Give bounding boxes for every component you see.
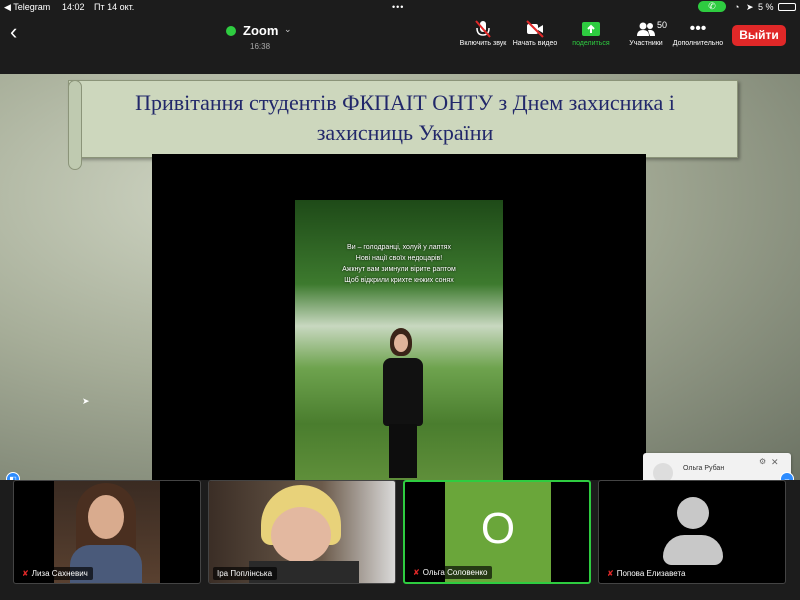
participant-tile-active[interactable]: O ✘ Ольга Соловенко <box>403 480 591 584</box>
status-bar: ◀ Telegram 14:02 Пт 14 окт. ••• ✆ ◔ ➤ 5 … <box>0 0 800 14</box>
mic-off-icon <box>455 18 511 40</box>
meeting-duration: 16:38 <box>250 42 271 51</box>
participant-tile[interactable]: Іра Поплінська <box>208 480 396 584</box>
phone-icon: ✆ <box>698 1 726 12</box>
multitask-dots-icon[interactable]: ••• <box>392 2 404 12</box>
more-label: Дополнительно <box>672 40 724 47</box>
participant-tile[interactable]: ✘ Попова Елизавета <box>598 480 786 584</box>
share-label: поделиться <box>572 40 610 47</box>
meeting-top-bar: ‹ Zoom ⌄ 16:38 Включить звук Начать виде… <box>0 14 800 56</box>
mic-off-icon: ✘ <box>607 569 614 578</box>
date: Пт 14 окт. <box>94 2 135 12</box>
popup-name: Ольга Рубан <box>683 465 725 472</box>
meeting-title[interactable]: Zoom <box>243 23 278 38</box>
location-icon: ➤ <box>746 2 754 12</box>
unmute-label: Включить звук <box>459 40 507 47</box>
person-face <box>271 507 331 563</box>
battery-icon <box>778 3 796 11</box>
participant-name-label: ✘ Попова Елизавета <box>603 567 691 580</box>
video-off-icon <box>507 18 563 40</box>
person-face <box>394 334 408 352</box>
shared-screen[interactable]: Привітання студентів ФКПАІТ ОНТУ з Днем … <box>0 74 800 480</box>
video-poem-overlay: Ви – голодранці, холуй у лаптях Нові нац… <box>295 242 503 286</box>
share-button[interactable]: поделиться <box>563 18 619 54</box>
participant-tile[interactable]: ✘ Лиза Сахневич <box>13 480 201 584</box>
participant-name-label: ✘ Лиза Сахневич <box>18 567 93 580</box>
share-icon <box>563 18 619 40</box>
leave-button[interactable]: Выйти <box>732 25 786 46</box>
person-body <box>383 358 423 426</box>
participant-initial: O <box>480 504 516 553</box>
person-face <box>88 495 124 539</box>
battery-text: 5 % <box>758 2 774 12</box>
participant-name-label: Іра Поплінська <box>213 567 278 580</box>
mouse-cursor-icon: ➤ <box>82 396 90 406</box>
poem-line: Ажкнут вам зимнули вірите раптом <box>342 266 456 273</box>
more-icon: ••• <box>689 20 707 37</box>
wifi-icon: ◔ <box>734 2 740 12</box>
participant-strip: ✘ Лиза Сахневич Іра Поплінська O ✘ Ольга С… <box>0 480 800 600</box>
back-chevron-icon[interactable]: ‹ <box>10 20 28 44</box>
unmute-button[interactable]: Включить звук <box>455 18 511 54</box>
participants-count-badge: 50 <box>657 20 668 30</box>
encryption-shield-icon[interactable] <box>226 26 236 36</box>
chevron-down-icon[interactable]: ⌄ <box>284 24 292 35</box>
shared-video[interactable]: Ви – голодранці, холуй у лаптях Нові нац… <box>295 200 503 480</box>
more-button[interactable]: ••• Дополнительно <box>670 18 726 54</box>
avatar-head-icon <box>677 497 709 529</box>
poem-line: Щоб відкрили крихте кнжих сонях <box>344 277 454 284</box>
popup-close-icon[interactable]: ✕ <box>771 457 779 468</box>
back-to-app-link[interactable]: ◀ Telegram <box>4 2 50 13</box>
clock: 14:02 <box>62 2 85 12</box>
mic-off-icon: ✘ <box>22 569 29 578</box>
scroll-roll-decoration <box>68 80 82 170</box>
slide-title: Привітання студентів ФКПАІТ ОНТУ з Днем … <box>135 90 675 145</box>
person-legs <box>389 424 417 478</box>
poem-line: Ви – голодранці, холуй у лаптях <box>347 244 451 251</box>
popup-settings-icon[interactable]: ⚙ <box>759 457 766 466</box>
start-video-label: Начать видео <box>512 40 558 47</box>
start-video-button[interactable]: Начать видео <box>507 18 563 54</box>
participants-label: Участники <box>629 40 663 47</box>
participant-name-label: ✘ Ольга Соловенко <box>409 566 493 579</box>
poem-line: Нові нації своїх недоцарів! <box>355 255 443 262</box>
avatar-body-icon <box>663 535 723 565</box>
mic-off-icon: ✘ <box>413 568 420 577</box>
